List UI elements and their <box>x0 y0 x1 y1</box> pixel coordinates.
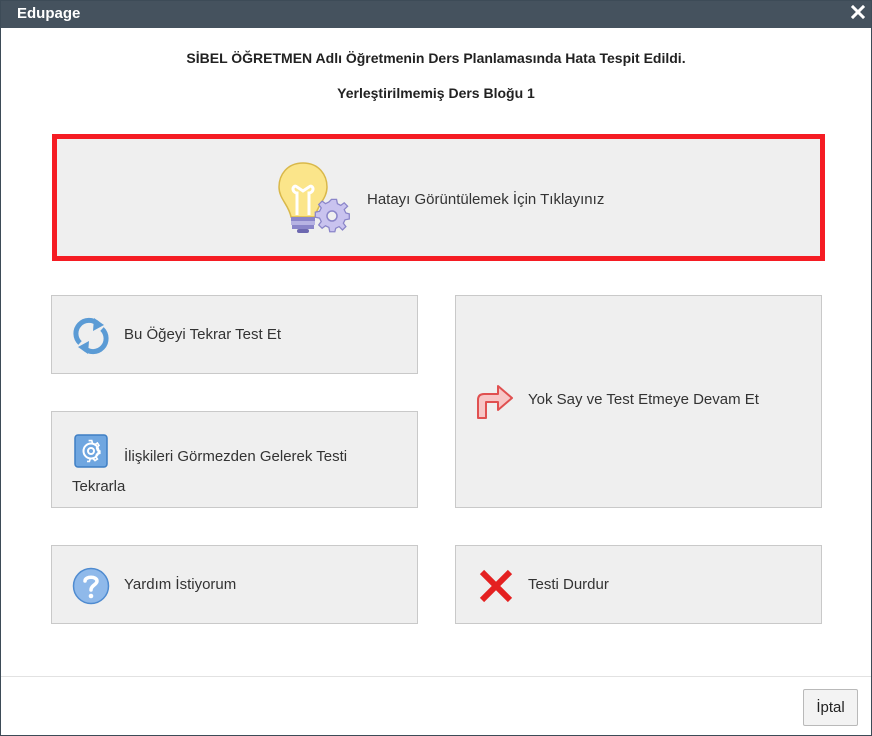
ignore-continue-label: Yok Say ve Test Etmeye Devam Et <box>528 391 759 408</box>
dialog-titlebar: Edupage <box>1 1 871 28</box>
retest-ignore-relations-button[interactable]: İlişkileri Görmezden Gelerek Testi Tekra… <box>51 411 418 508</box>
retest-item-label: Bu Öğeyi Tekrar Test Et <box>124 326 282 343</box>
dialog-title: Edupage <box>17 5 81 22</box>
error-message: SİBEL ÖĞRETMEN Adlı Öğretmenin Ders Plan… <box>186 50 686 66</box>
error-detail: Yerleştirilmemiş Ders Bloğu 1 <box>337 85 535 101</box>
cancel-button[interactable]: İptal <box>803 689 858 726</box>
help-icon <box>72 567 110 605</box>
turn-right-arrow-icon <box>477 385 513 419</box>
refresh-icon <box>73 317 109 355</box>
footer-divider <box>1 676 871 677</box>
ignore-continue-button[interactable]: Yok Say ve Test Etmeye Devam Et <box>455 295 822 508</box>
stop-test-label: Testi Durdur <box>528 576 609 593</box>
retest-item-button[interactable]: Bu Öğeyi Tekrar Test Et <box>51 295 418 374</box>
view-error-button[interactable]: Hatayı Görüntülemek İçin Tıklayınız <box>52 134 825 261</box>
help-label: Yardım İstiyorum <box>124 576 237 593</box>
close-icon[interactable] <box>851 5 865 19</box>
retest-ignore-relations-label: İlişkileri Görmezden Gelerek Testi Tekra… <box>72 448 348 495</box>
error-dialog: Edupage SİBEL ÖĞRETMEN Adlı Öğretmenin D… <box>0 0 872 736</box>
red-x-icon <box>479 569 513 603</box>
stop-test-button[interactable]: Testi Durdur <box>455 545 822 624</box>
lightbulb-gear-icon <box>278 162 350 233</box>
help-button[interactable]: Yardım İstiyorum <box>51 545 418 624</box>
view-error-label: Hatayı Görüntülemek İçin Tıklayınız <box>367 191 605 208</box>
